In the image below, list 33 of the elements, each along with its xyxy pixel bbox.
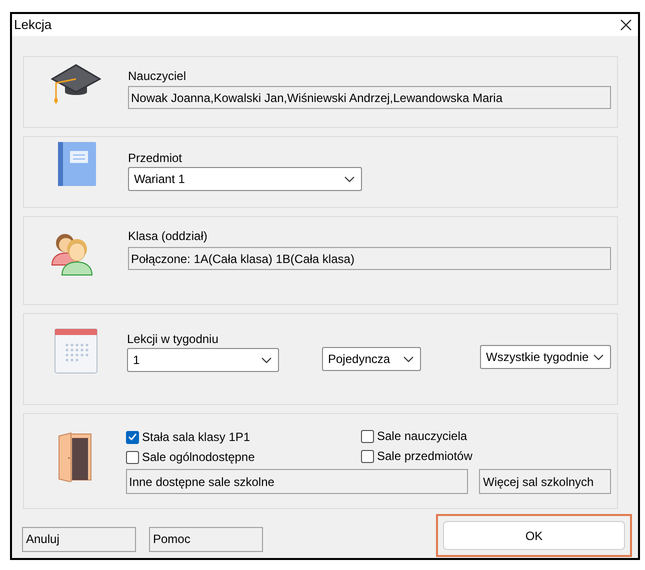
calendar-icon	[54, 328, 98, 374]
graduation-cap-icon	[51, 63, 101, 105]
field-label: Lekcji w tygodniu	[127, 332, 220, 346]
checkbox[interactable]	[361, 450, 374, 462]
dropdown[interactable]: Pojedyncza	[322, 347, 421, 371]
checkbox[interactable]	[126, 450, 139, 464]
checkbox-label: Sale przedmiotów	[377, 448, 472, 465]
text-field[interactable]: Nowak Joanna,Kowalski Jan,Wiśniewski Andrzej,Lewandowska Maria	[128, 86, 611, 109]
dialog-button[interactable]: Anuluj	[22, 526, 136, 552]
chevron-icon	[261, 356, 272, 364]
book-icon	[56, 141, 96, 187]
ok-button[interactable]: OK	[443, 521, 625, 550]
chevron-icon	[403, 356, 414, 362]
checkbox-label: Stała sala klasy 1P1	[142, 429, 250, 446]
chevron-icon	[593, 354, 604, 360]
dropdown[interactable]: Wariant 1	[128, 167, 362, 191]
checkbox[interactable]	[126, 430, 139, 444]
checkbox-label: Sale ogólnodostępne	[142, 449, 255, 466]
text-field[interactable]: Połączone: 1A(Cała klasa) 1B(Cała klasa)	[128, 247, 611, 270]
window-title: Lekcja	[14, 16, 52, 34]
close-icon[interactable]	[620, 19, 632, 31]
field-label: Przedmiot	[128, 151, 184, 165]
field-label: Klasa (oddział)	[128, 229, 208, 243]
dropdown[interactable]: 1	[127, 348, 279, 372]
door-icon	[57, 432, 93, 482]
checkbox[interactable]	[361, 430, 374, 442]
chevron-icon	[344, 176, 355, 182]
dropdown[interactable]: Wszystkie tygodnie	[480, 345, 611, 369]
field-label: Nauczyciel	[128, 69, 188, 83]
text-field[interactable]: Inne dostępne sale szkolne	[126, 469, 468, 494]
checkbox-label: Sale nauczyciela	[377, 428, 468, 445]
dialog-button[interactable]: Pomoc	[149, 526, 263, 552]
more-rooms-button[interactable]: Więcej sal szkolnych	[479, 469, 611, 494]
